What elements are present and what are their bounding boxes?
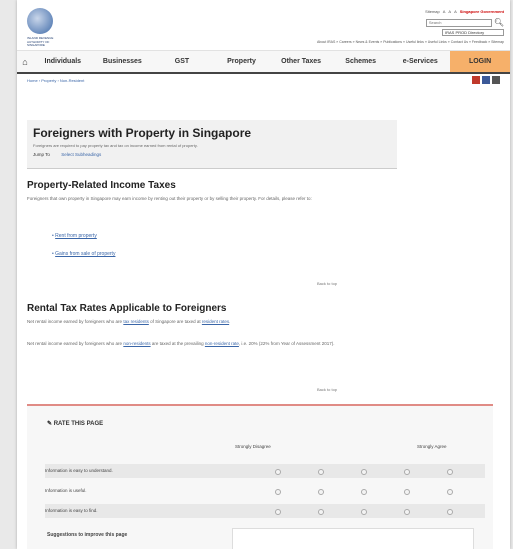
rating-radio[interactable] [361, 469, 367, 475]
gov-logo[interactable]: Singapore Government [460, 9, 504, 14]
page-frame: INLAND REVENUE AUTHORITY OF SINGAPORE Si… [17, 0, 510, 549]
nav-gst[interactable]: GST [152, 58, 212, 65]
suggestions-label: Suggestions to improve this page [47, 532, 128, 538]
email-icon[interactable] [492, 76, 500, 84]
section-heading-rental-rates: Rental Tax Rates Applicable to Foreigner… [27, 303, 227, 314]
nav-property[interactable]: Property [212, 58, 272, 65]
rating-radio[interactable] [275, 469, 281, 475]
gains-link[interactable]: Gains from sale of property [55, 251, 115, 257]
jump-select[interactable]: Select Subheadings [61, 152, 101, 157]
jump-label: Jump To [33, 152, 50, 157]
rental-paragraph-2: Net rental income earned by foreigners w… [27, 340, 377, 348]
breadcrumb[interactable]: Home › Property › Non-Resident [27, 78, 84, 83]
text: . [229, 319, 231, 324]
rating-radio[interactable] [361, 489, 367, 495]
title-box: Foreigners with Property in Singapore Fo… [27, 120, 397, 169]
section-heading-income-taxes: Property-Related Income Taxes [27, 180, 176, 191]
rating-row: Information is useful. [45, 484, 485, 498]
page-title: Foreigners with Property in Singapore [33, 126, 252, 140]
non-residents-link[interactable]: non-residents [123, 341, 150, 346]
back-to-top-link[interactable]: Back to top [317, 387, 337, 392]
rating-question: Information is easy to find. [45, 508, 98, 513]
search-icon[interactable]: 🔍︎ [494, 18, 504, 27]
logo-text: INLAND REVENUE AUTHORITY OF SINGAPORE [27, 36, 54, 48]
tax-residents-link[interactable]: tax residents [123, 319, 149, 324]
rating-radio[interactable] [404, 489, 410, 495]
resident-rates-link[interactable]: resident rates [202, 319, 229, 324]
rating-row: Information is easy to understand. [45, 464, 485, 478]
nav-schemes[interactable]: Schemes [331, 58, 391, 65]
sitemap-link[interactable]: Sitemap [425, 9, 440, 14]
text: of Singapore are taxed at [148, 319, 202, 324]
top-links[interactable]: About IRAS » Careers » News & Events » P… [317, 40, 504, 44]
rating-radio[interactable] [275, 509, 281, 515]
non-resident-rate-link[interactable]: non-resident rate [205, 341, 239, 346]
link-gains-from-sale[interactable]: • Gains from sale of property [52, 251, 115, 257]
iras-logo[interactable]: INLAND REVENUE AUTHORITY OF SINGAPORE [27, 8, 67, 48]
strongly-agree-label: Strongly Agree [417, 444, 447, 449]
rental-paragraph-1: Net rental income earned by foreigners w… [27, 318, 377, 326]
rating-radio[interactable] [447, 489, 453, 495]
search-input[interactable] [425, 18, 492, 27]
utility-bar: Sitemap A A A Singapore Government [425, 9, 504, 14]
rate-heading: ✎ RATE THIS PAGE [47, 420, 103, 427]
facebook-icon[interactable] [482, 76, 490, 84]
text: are taxed at the prevailing [150, 341, 205, 346]
jump-to: Jump To Select Subheadings [33, 152, 101, 157]
login-label: LOGIN [468, 58, 492, 65]
strongly-disagree-label: Strongly Disagree [235, 444, 271, 449]
back-to-top-link[interactable]: Back to top [317, 281, 337, 286]
rating-radio[interactable] [318, 509, 324, 515]
rent-link[interactable]: Rent from property [55, 233, 97, 239]
home-icon[interactable]: ⌂ [17, 57, 33, 67]
rating-radio[interactable] [447, 469, 453, 475]
text: Net rental income earned by foreigners w… [27, 319, 124, 324]
page-description: Foreigners are required to pay property … [33, 143, 198, 148]
rating-row: Information is easy to find. [45, 504, 485, 518]
nav-eservices[interactable]: e-Services [390, 58, 450, 65]
nav-individuals[interactable]: Individuals [33, 58, 93, 65]
search-bar: 🔍︎ [425, 18, 504, 27]
logo-emblem-icon [27, 8, 53, 34]
link-rent-from-property[interactable]: • Rent from property [52, 233, 97, 239]
rating-radio[interactable] [318, 469, 324, 475]
rating-radio[interactable] [275, 489, 281, 495]
rate-heading-text: RATE THIS PAGE [53, 421, 104, 427]
rating-question: Information is easy to understand. [45, 468, 113, 473]
rating-radio[interactable] [404, 509, 410, 515]
rating-radio[interactable] [447, 509, 453, 515]
font-size-large[interactable]: A [454, 9, 457, 14]
rating-question: Information is useful. [45, 488, 87, 493]
pencil-icon: ✎ [47, 421, 53, 427]
rating-radio[interactable] [318, 489, 324, 495]
text: Net rental income earned by foreigners w… [27, 341, 124, 346]
suggestions-textarea[interactable] [232, 528, 474, 549]
directory-select[interactable]: IRAS PROD Directory [442, 29, 504, 36]
font-size-small[interactable]: A [443, 9, 446, 14]
text: , i.e. 20% (22% from Year of Assessment … [238, 341, 335, 346]
print-icon[interactable] [472, 76, 480, 84]
main-nav: ⌂ Individuals Businesses GST Property Ot… [17, 50, 510, 74]
font-size-medium[interactable]: A [448, 9, 451, 14]
rating-radio[interactable] [361, 509, 367, 515]
login-button[interactable]: LOGIN [450, 51, 510, 72]
section-text: Foreigners that own property in Singapor… [27, 196, 312, 201]
share-icons [472, 76, 500, 84]
nav-other-taxes[interactable]: Other Taxes [271, 58, 331, 65]
rate-this-page: ✎ RATE THIS PAGE Strongly Disagree Stron… [27, 404, 493, 549]
rating-radio[interactable] [404, 469, 410, 475]
nav-businesses[interactable]: Businesses [93, 58, 153, 65]
